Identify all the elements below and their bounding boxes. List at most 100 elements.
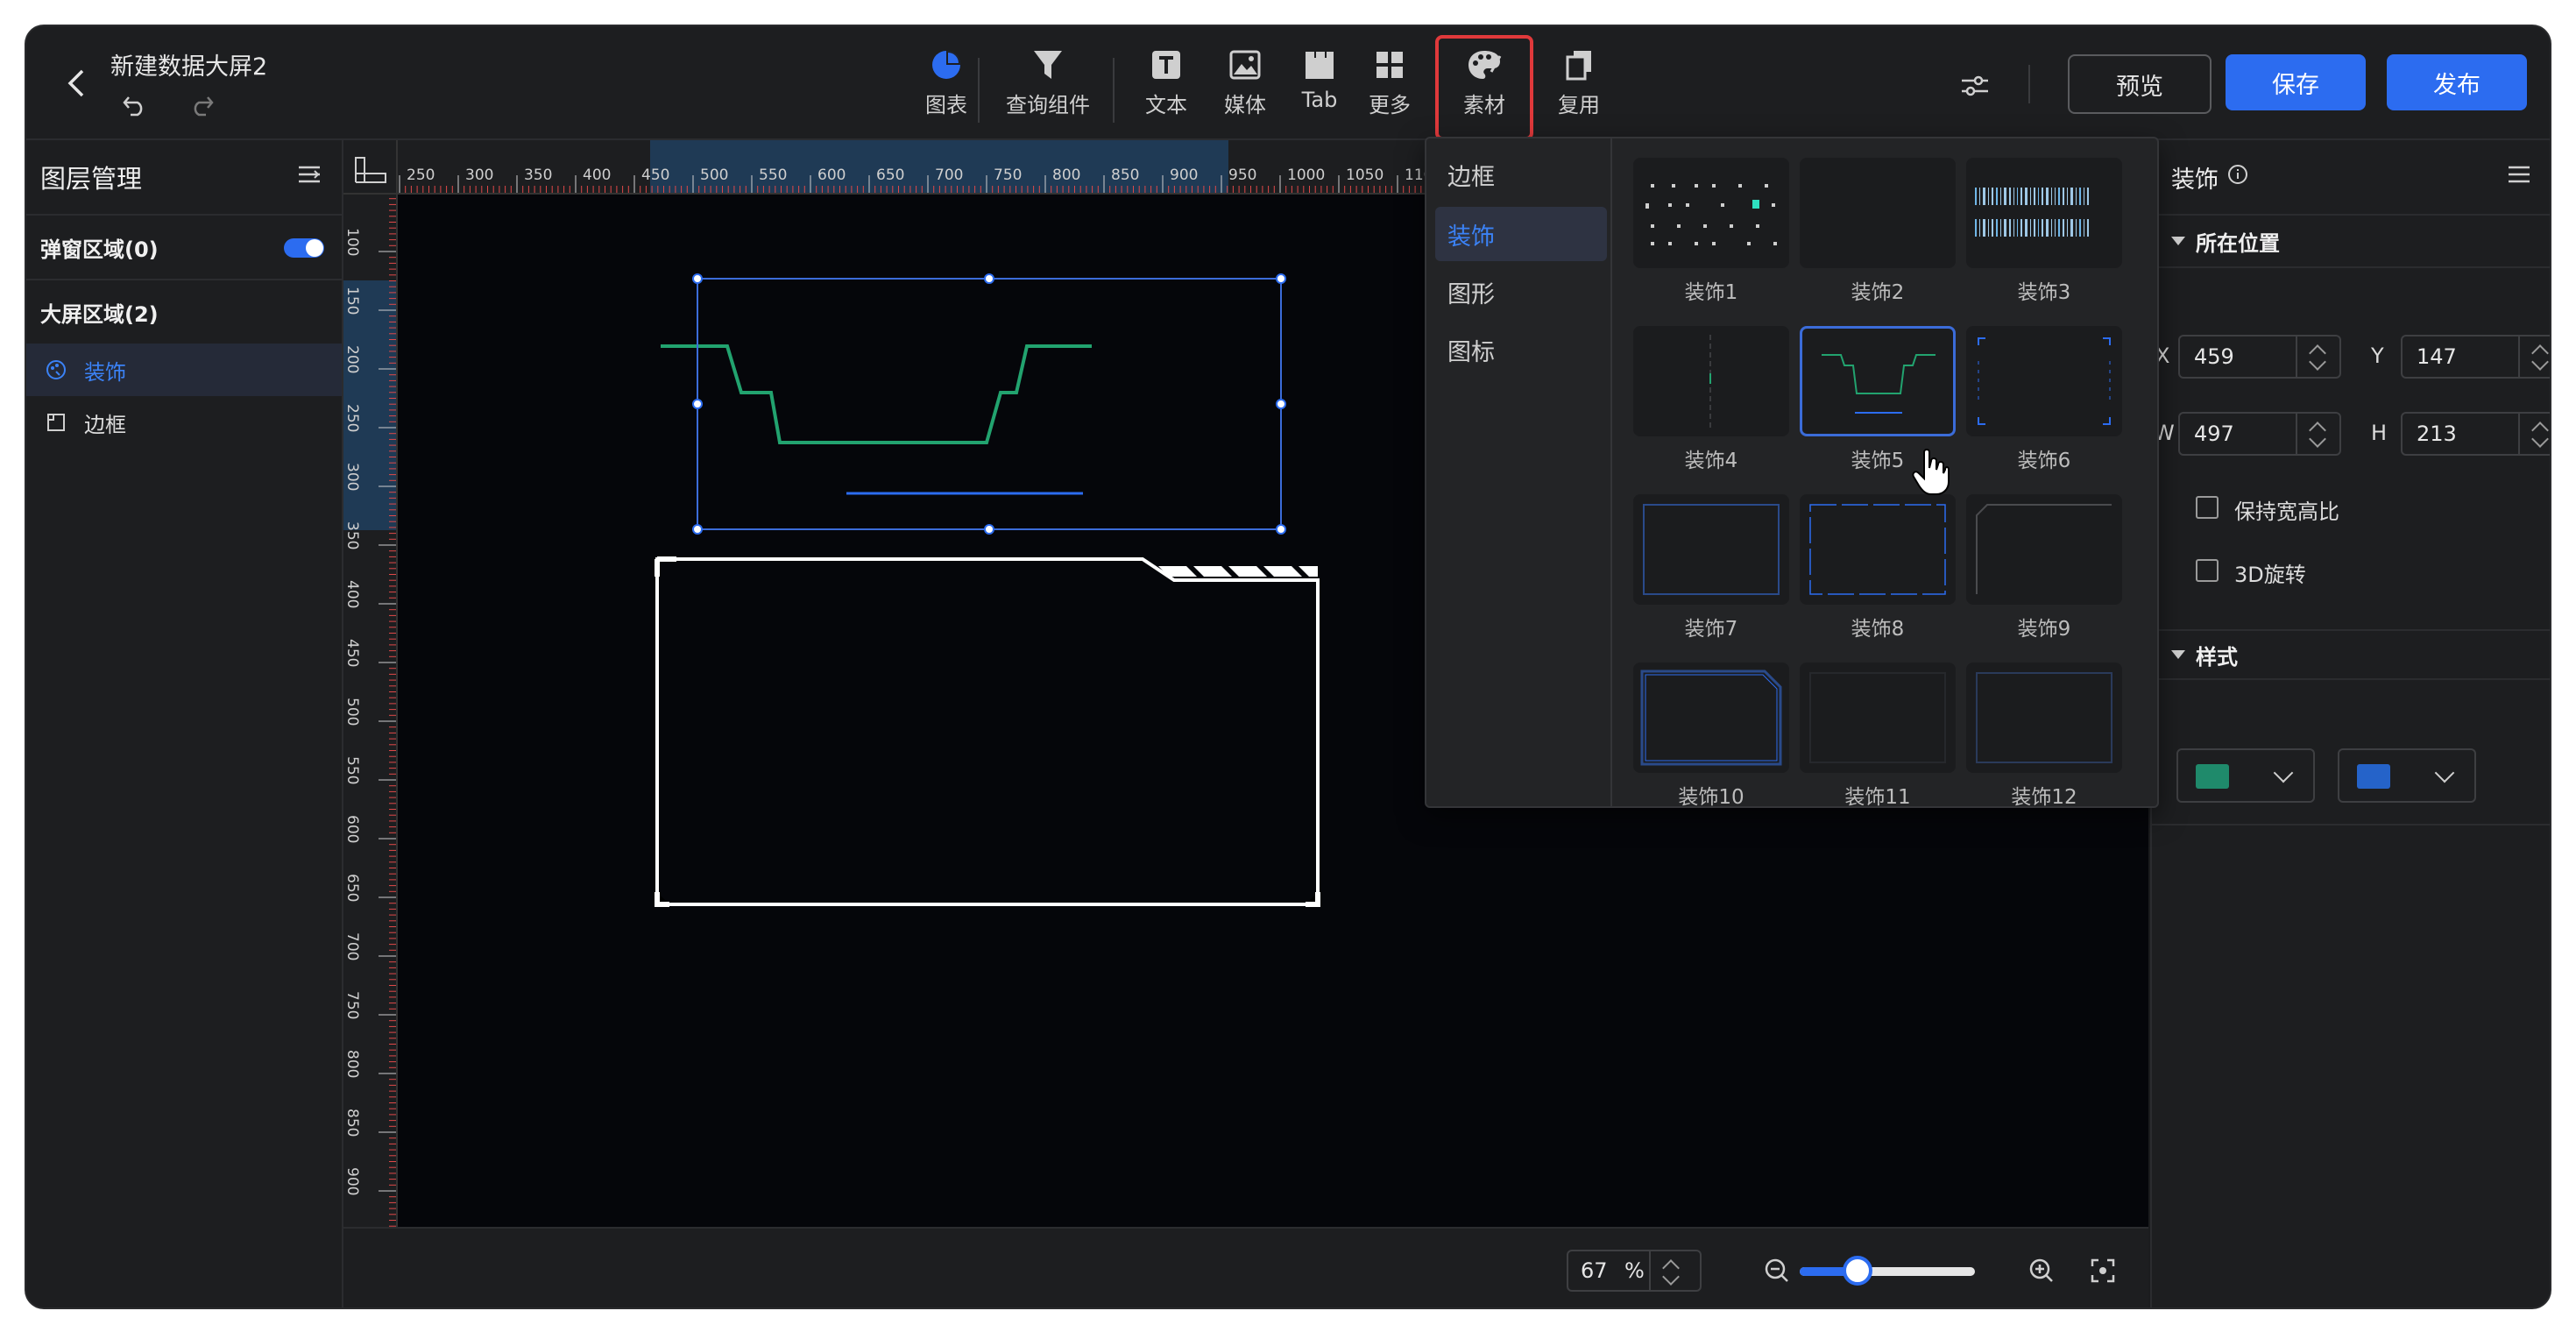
tool-reuse[interactable]: 复用 <box>1551 44 1607 131</box>
app-window: 新建数据大屏2 图表 查询组件 文本 媒体 Tab 更多 素材 复用 预览 保存… <box>26 26 2550 1307</box>
zoom-stepper[interactable] <box>1649 1251 1700 1290</box>
decoration-element[interactable] <box>661 273 1286 535</box>
border-element[interactable] <box>655 556 1320 907</box>
tool-more[interactable]: 更多 <box>1363 44 1416 131</box>
tab-icon <box>1300 44 1339 86</box>
material-label: 装饰3 <box>2017 281 2071 304</box>
popup-area-toggle[interactable] <box>284 238 324 258</box>
zoom-bar: 67 % <box>343 1227 2148 1307</box>
ruler-tick-label: 850 <box>1111 167 1140 184</box>
property-panel: 装饰 所在位置 X 459 Y 147 W 497 H 213 保持宽高比 3D… <box>2150 140 2550 1307</box>
ruler-tick-label: 750 <box>994 167 1023 184</box>
tool-material[interactable]: 素材 <box>1435 35 1533 140</box>
zoom-slider[interactable] <box>1800 1256 1975 1286</box>
layer-panel-header: 图层管理 <box>26 140 342 216</box>
material-thumb-3[interactable] <box>1966 158 2122 268</box>
ruler-tick-label: 350 <box>524 167 553 184</box>
material-thumb-5[interactable] <box>1800 326 1956 436</box>
category-shape[interactable]: 图形 <box>1435 265 1607 319</box>
sliders-icon[interactable] <box>1954 65 1996 107</box>
category-border[interactable]: 边框 <box>1435 147 1607 202</box>
zoom-out-icon[interactable] <box>1761 1255 1793 1286</box>
h-input[interactable]: 213 <box>2401 412 2550 456</box>
ruler-tick-label: 600 <box>817 167 846 184</box>
ruler-tick-label: 350 <box>343 521 361 550</box>
ruler-tick-label: 1050 <box>1346 167 1384 184</box>
image-icon <box>1226 44 1264 86</box>
ruler-tick-label: 300 <box>465 167 494 184</box>
publish-button[interactable]: 发布 <box>2387 54 2527 110</box>
zoom-slider-thumb[interactable] <box>1843 1256 1872 1286</box>
keep-ratio-checkbox[interactable] <box>2196 496 2219 519</box>
material-thumb-2[interactable] <box>1800 158 1956 268</box>
screen-area-section[interactable]: 大屏区域(2) <box>26 280 342 344</box>
tool-media[interactable]: 媒体 <box>1214 44 1276 131</box>
tool-query[interactable]: 查询组件 <box>995 44 1100 131</box>
style-section[interactable]: 样式 <box>2152 629 2550 680</box>
material-label: 装饰4 <box>1684 450 1738 472</box>
fit-screen-icon[interactable] <box>2087 1255 2119 1286</box>
material-thumb-12[interactable] <box>1966 662 2122 773</box>
rotate3d-label: 3D旋转 <box>2234 563 2306 587</box>
list-menu-icon[interactable] <box>296 161 322 194</box>
ruler-tick-label: 450 <box>343 639 361 668</box>
save-button[interactable]: 保存 <box>2226 54 2366 110</box>
color-select-2[interactable] <box>2338 748 2476 803</box>
x-value: 459 <box>2194 344 2234 369</box>
material-label: 装饰6 <box>2017 450 2071 472</box>
copy-icon <box>1560 44 1598 86</box>
w-input[interactable]: 497 <box>2178 412 2341 456</box>
ruler-tick-label: 700 <box>343 932 361 961</box>
list-menu-icon[interactable] <box>2506 161 2532 194</box>
tool-tab[interactable]: Tab <box>1293 44 1346 131</box>
material-label: 装饰12 <box>2011 786 2077 808</box>
preview-button[interactable]: 预览 <box>2068 54 2212 114</box>
chevron-down-icon <box>2273 762 2294 783</box>
color-select-1[interactable] <box>2176 748 2315 803</box>
hand-cursor-icon <box>1912 447 1950 500</box>
pie-chart-icon <box>927 44 966 86</box>
redo-icon[interactable] <box>184 88 219 123</box>
ruler-tick-label: 950 <box>1228 167 1257 184</box>
material-label: 装饰8 <box>1851 618 1905 641</box>
x-stepper[interactable] <box>2296 337 2339 377</box>
material-thumb-10[interactable] <box>1633 662 1789 773</box>
undo-icon[interactable] <box>117 88 152 123</box>
y-input[interactable]: 147 <box>2401 335 2550 379</box>
position-section-label: 所在位置 <box>2196 230 2280 256</box>
ruler-tick-label: 650 <box>876 167 905 184</box>
category-icon[interactable]: 图标 <box>1435 322 1607 377</box>
w-stepper[interactable] <box>2296 414 2339 454</box>
material-thumb-11[interactable] <box>1800 662 1956 773</box>
tool-text[interactable]: 文本 <box>1136 44 1197 131</box>
material-thumb-6[interactable] <box>1966 326 2122 436</box>
layer-panel-title: 图层管理 <box>40 164 143 194</box>
material-thumb-1[interactable] <box>1633 158 1789 268</box>
ruler-tick-label: 600 <box>343 815 361 844</box>
grid-icon <box>1370 44 1409 86</box>
x-input[interactable]: 459 <box>2178 335 2341 379</box>
layer-item-border[interactable]: 边框 <box>26 396 342 449</box>
back-icon[interactable] <box>54 61 98 105</box>
category-decoration[interactable]: 装饰 <box>1435 207 1607 261</box>
rotate3d-checkbox[interactable] <box>2196 559 2219 582</box>
zoom-input[interactable]: 67 % <box>1567 1250 1702 1292</box>
tool-chart[interactable]: 图表 <box>911 44 981 131</box>
zoom-in-icon[interactable] <box>2026 1255 2057 1286</box>
material-thumb-9[interactable] <box>1966 494 2122 605</box>
material-thumb-8[interactable] <box>1800 494 1956 605</box>
caret-down-icon <box>2171 237 2185 245</box>
material-thumb-7[interactable] <box>1633 494 1789 605</box>
popup-area-section[interactable]: 弹窗区域(0) <box>26 216 342 280</box>
y-stepper[interactable] <box>2518 337 2550 377</box>
info-icon[interactable] <box>2227 164 2248 191</box>
h-stepper[interactable] <box>2518 414 2550 454</box>
palette-icon <box>1465 44 1504 86</box>
zoom-unit: % <box>1624 1258 1645 1283</box>
material-thumb-4[interactable] <box>1633 326 1789 436</box>
material-label: 装饰10 <box>1678 786 1744 808</box>
popup-area-label: 弹窗区域(0) <box>40 237 159 262</box>
position-section[interactable]: 所在位置 <box>2152 214 2550 268</box>
layer-item-decoration[interactable]: 装饰 <box>26 344 342 396</box>
divider <box>2152 824 2550 825</box>
